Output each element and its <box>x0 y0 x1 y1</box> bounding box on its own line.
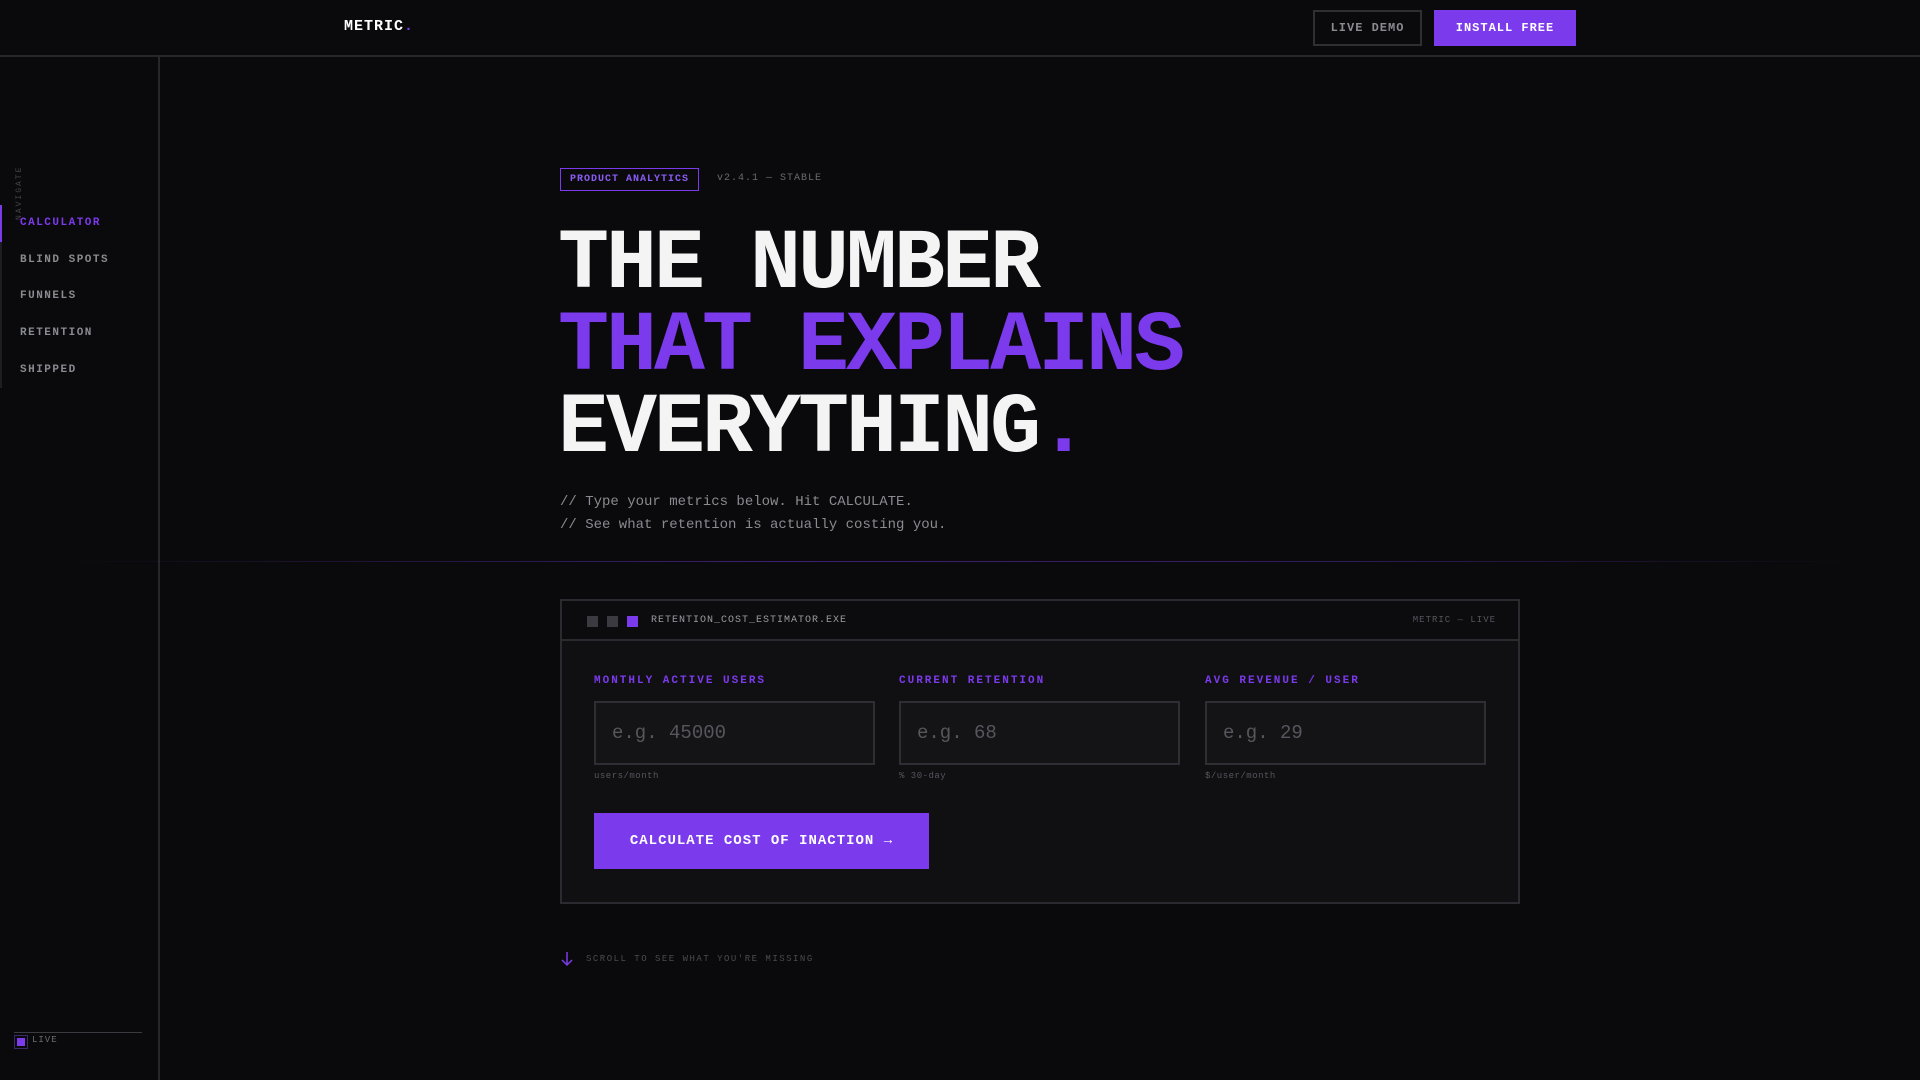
arpu-label: AVG REVENUE / USER <box>1205 675 1360 687</box>
sidebar-item-calculator[interactable]: CALCULATOR <box>0 205 158 242</box>
retention-label: CURRENT RETENTION <box>899 675 1046 687</box>
subtext-line-2: // See what retention is actually costin… <box>560 517 947 533</box>
window-control-icon <box>607 616 618 627</box>
window-control-icon <box>587 616 598 627</box>
sidebar-item-retention[interactable]: RETENTION <box>0 314 158 352</box>
live-demo-button[interactable]: LIVE DEMO <box>1313 10 1422 46</box>
retention-input[interactable] <box>899 701 1180 765</box>
arrow-down-icon <box>561 952 573 967</box>
headline-line-3: EVERYTHING <box>558 380 1041 477</box>
mau-hint: users/month <box>594 771 659 781</box>
install-free-button[interactable]: INSTALL FREE <box>1434 10 1576 46</box>
top-bar: METRIC. LIVE DEMO INSTALL FREE <box>0 0 1920 57</box>
sidebar-item-shipped[interactable]: SHIPPED <box>0 351 158 388</box>
mau-input[interactable] <box>594 701 875 765</box>
retention-hint: % 30-day <box>899 771 947 781</box>
live-status-label: LIVE <box>32 1035 58 1045</box>
sidebar-divider <box>14 1032 142 1033</box>
logo-text: METRIC <box>344 18 405 35</box>
sidebar: NAVIGATE CALCULATOR BLIND SPOTS FUNNELS … <box>0 57 160 1080</box>
sidebar-item-funnels[interactable]: FUNNELS <box>0 278 158 315</box>
headline-dot: . <box>1038 380 1089 477</box>
mau-field-group: MONTHLY ACTIVE USERS users/month <box>594 675 875 781</box>
headline-line-2: THAT EXPLAINS <box>558 298 1185 395</box>
version-label: v2.4.1 — STABLE <box>717 173 823 184</box>
window-control-active-icon <box>627 616 638 627</box>
hero-subtext: // Type your metrics below. Hit CALCULAT… <box>560 491 946 537</box>
hero-headline: THE NUMBER THAT EXPLAINS EVERYTHING. <box>558 216 1185 471</box>
scroll-hint: SCROLL TO SEE WHAT YOU'RE MISSING <box>586 954 814 964</box>
subtext-line-1: // Type your metrics below. Hit CALCULAT… <box>560 494 913 510</box>
arpu-input[interactable] <box>1205 701 1486 765</box>
sidebar-item-blind-spots[interactable]: BLIND SPOTS <box>0 241 158 279</box>
panel-status: METRIC — LIVE <box>1412 615 1496 625</box>
logo-dot: . <box>404 18 415 35</box>
sidebar-nav: CALCULATOR BLIND SPOTS FUNNELS RETENTION… <box>0 205 158 388</box>
retention-field-group: CURRENT RETENTION % 30-day <box>899 675 1180 781</box>
headline-line-1: THE NUMBER <box>558 216 1041 313</box>
panel-titlebar: RETENTION_COST_ESTIMATOR.EXE METRIC — LI… <box>562 601 1518 641</box>
product-tag-badge: PRODUCT ANALYTICS <box>560 168 700 191</box>
logo[interactable]: METRIC. <box>344 18 414 35</box>
calculate-button[interactable]: CALCULATE COST OF INACTION → <box>594 813 929 869</box>
live-indicator-icon <box>14 1035 28 1049</box>
mau-label: MONTHLY ACTIVE USERS <box>594 675 767 687</box>
section-divider <box>60 561 1860 562</box>
panel-title: RETENTION_COST_ESTIMATOR.EXE <box>651 615 848 626</box>
calculator-panel: RETENTION_COST_ESTIMATOR.EXE METRIC — LI… <box>560 599 1520 904</box>
arpu-hint: $/user/month <box>1205 771 1276 781</box>
arpu-field-group: AVG REVENUE / USER $/user/month <box>1205 675 1486 781</box>
